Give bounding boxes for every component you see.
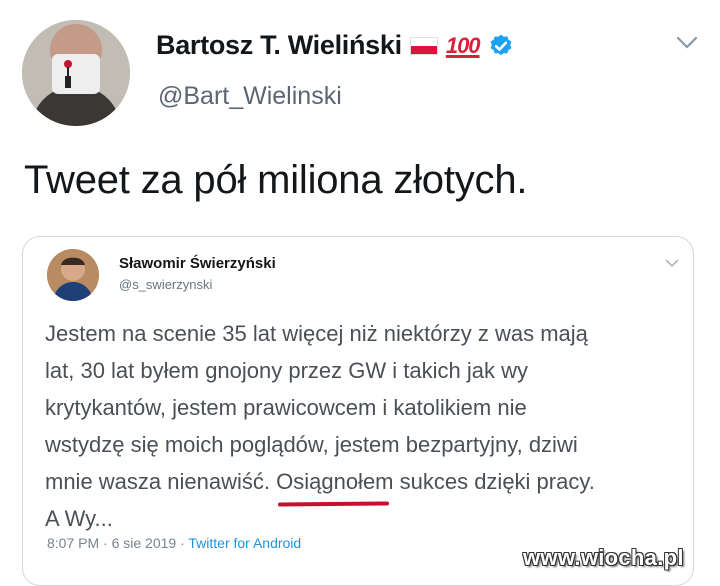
hundred-points-icon: 100 — [445, 32, 481, 58]
quoted-timestamp[interactable]: 8:07 PM · 6 sie 2019 · — [47, 535, 188, 551]
quoted-text-line: lat, 30 lat byłem gnojony przez GW i tak… — [45, 358, 528, 383]
underlined-word: Osiągnołem — [276, 463, 394, 507]
quoted-tweet-meta: 8:07 PM · 6 sie 2019 · Twitter for Andro… — [47, 535, 301, 551]
verified-badge-icon — [490, 34, 511, 55]
quoted-tweet[interactable]: Sławomir Świerzyński @s_swierzynski Jest… — [22, 236, 694, 586]
author-name[interactable]: Bartosz T. Wieliński 100 — [156, 30, 514, 61]
quoted-author-handle[interactable]: @s_swierzynski — [119, 277, 212, 292]
tweet-text: Tweet za pół miliona złotych. — [24, 158, 528, 202]
quoted-text-segment: mnie wasza nienawiść. — [45, 469, 277, 494]
quoted-author-name[interactable]: Sławomir Świerzyński — [119, 255, 276, 272]
quoted-text-line: wstydzę się moich poglądów, jestem bezpa… — [45, 432, 578, 457]
watermark: www.wiocha.pl — [523, 545, 684, 570]
quoted-source-link[interactable]: Twitter for Android — [188, 535, 301, 551]
quoted-text-line: Jestem na scenie 35 lat więcej niż niekt… — [45, 321, 588, 346]
author-avatar[interactable] — [22, 20, 130, 126]
chevron-down-icon[interactable] — [676, 36, 698, 50]
tweet-card: Bartosz T. Wieliński 100 @Bart_Wielinski… — [0, 0, 720, 586]
quoted-text-segment: sukces dzięki pracy. — [393, 469, 595, 494]
underlined-word-text: Osiągnołem — [276, 469, 394, 494]
author-handle[interactable]: @Bart_Wielinski — [158, 82, 342, 111]
quoted-text-line: krytykantów, jestem prawicowcem i katoli… — [45, 395, 527, 420]
chevron-down-icon[interactable] — [665, 259, 679, 268]
author-name-text[interactable]: Bartosz T. Wieliński — [156, 30, 402, 61]
quoted-tweet-text: Jestem na scenie 35 lat więcej niż niekt… — [45, 315, 685, 537]
poland-flag-icon — [409, 36, 438, 55]
quoted-author-avatar[interactable] — [47, 249, 99, 301]
quoted-text-line: mnie wasza nienawiść. Osiągnołem sukces … — [45, 463, 685, 507]
